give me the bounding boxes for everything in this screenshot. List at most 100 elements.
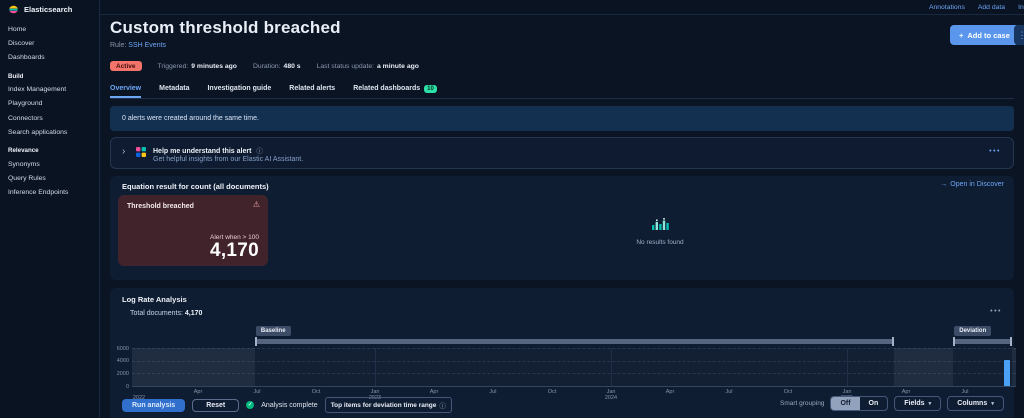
log-rate-menu-button[interactable]: ••• — [990, 308, 1002, 315]
topbar-link-annotations[interactable]: Annotations — [929, 4, 965, 11]
tab-label: Overview — [110, 85, 141, 92]
chevron-right-icon[interactable]: › — [122, 147, 125, 157]
toggle-on-button[interactable]: On — [860, 397, 888, 410]
brush-deviation[interactable] — [953, 339, 1011, 344]
topbar-link-inspect[interactable]: Inspect — [1018, 4, 1024, 11]
rule-link[interactable]: SSH Events — [128, 42, 166, 49]
total-documents-value: 4,170 — [185, 310, 203, 317]
brush-baseline[interactable] — [255, 339, 894, 344]
columns-dropdown-button[interactable]: Columns ▾ — [947, 396, 1004, 411]
run-analysis-button[interactable]: Run analysis — [122, 399, 185, 412]
sidebar-item-playground[interactable]: Playground — [0, 97, 99, 111]
x-axis-tick: Apr — [419, 389, 449, 395]
brush-handle[interactable] — [255, 337, 257, 346]
chart-vgridline — [847, 348, 848, 386]
x-axis-tick: Apr — [891, 389, 921, 395]
duration-label: Duration: — [253, 63, 281, 70]
more-actions-button[interactable]: ⋮ — [1014, 25, 1024, 45]
brush-handle[interactable] — [1010, 337, 1012, 346]
last-update-label: Last status update: — [317, 63, 374, 70]
alerts-context-banner: 0 alerts were created around the same ti… — [110, 106, 1014, 131]
info-icon[interactable]: ⓘ — [439, 400, 446, 410]
page-title: Custom threshold breached — [110, 18, 341, 38]
alert-status-row: Active Triggered: 9 minutes ago Duration… — [110, 59, 419, 73]
toggle-off-button[interactable]: Off — [831, 397, 859, 410]
deviation-range-label: Top items for deviation time range — [331, 402, 437, 409]
log-rate-heading: Log Rate Analysis — [122, 295, 187, 304]
fields-dropdown-button[interactable]: Fields ▾ — [894, 396, 941, 411]
total-documents-label: Total documents: — [130, 310, 183, 317]
duration-status: Duration: 480 s — [253, 63, 301, 70]
chart-unselected-veil — [1012, 348, 1016, 386]
threshold-value: 4,170 — [210, 240, 259, 262]
chart-gridline — [132, 348, 1016, 349]
fields-label: Fields — [904, 400, 924, 407]
reset-button[interactable]: Reset — [192, 399, 239, 412]
app-home-link[interactable]: Elasticsearch — [0, 0, 99, 20]
sidebar-item-home[interactable]: Home — [0, 22, 99, 36]
assistant-title: Help me understand this alert ⓘ — [153, 145, 263, 155]
triggered-status: Triggered: 9 minutes ago — [158, 63, 237, 70]
x-axis-tick: Oct — [301, 389, 331, 395]
ai-assistant-panel[interactable]: › Help me understand this alert ⓘ Get he… — [110, 137, 1014, 169]
x-axis-tick: Jul — [242, 389, 272, 395]
threshold-card-title: Threshold breached — [127, 203, 194, 210]
sidebar-section-build: Build — [0, 65, 99, 83]
x-axis-tick: Jul — [478, 389, 508, 395]
x-axis-tick: Oct — [537, 389, 567, 395]
x-axis-tick: Jan2024 — [596, 389, 626, 402]
total-documents: Total documents: 4,170 — [130, 310, 202, 317]
last-update-status: Last status update: a minute ago — [317, 63, 419, 70]
tab-metadata[interactable]: Metadata — [159, 79, 189, 98]
info-icon[interactable]: ⓘ — [256, 148, 263, 155]
tab-label: Metadata — [159, 85, 189, 92]
tabs: Overview Metadata Investigation guide Relat… — [110, 79, 1014, 99]
warning-icon: ⚠ — [253, 200, 260, 209]
alerts-context-message: 0 alerts were created around the same ti… — [122, 115, 259, 122]
threshold-breached-card: Threshold breached ⚠ Alert when > 100 4,… — [118, 195, 268, 266]
columns-label: Columns — [957, 400, 987, 407]
tab-badge-count: 10 — [424, 85, 437, 93]
smart-grouping-label: Smart grouping — [780, 400, 824, 407]
sidebar-item-inference-endpoints[interactable]: Inference Endpoints — [0, 186, 99, 200]
sidebar-item-index-management[interactable]: Index Management — [0, 83, 99, 97]
sidebar: Elasticsearch HomeDiscoverDashboardsBuil… — [0, 0, 100, 418]
add-to-case-button[interactable]: + Add to case — [950, 25, 1019, 45]
chart-gridline — [132, 361, 1016, 362]
sidebar-item-synonyms[interactable]: Synonyms — [0, 157, 99, 171]
sidebar-item-search-applications[interactable]: Search applications — [0, 125, 99, 139]
ai-assistant-icon — [136, 147, 146, 157]
arrow-right-icon: → — [940, 181, 947, 188]
tab-related-alerts[interactable]: Related alerts — [289, 79, 335, 98]
chart-vgridline — [611, 348, 612, 386]
x-axis-tick: Jul — [950, 389, 980, 395]
rule-line: Rule: SSH Events — [110, 42, 166, 49]
smart-grouping-toggle: Off On — [830, 396, 888, 411]
tab-related-dashboards[interactable]: Related dashboards10 — [353, 79, 437, 98]
sidebar-item-dashboards[interactable]: Dashboards — [0, 50, 99, 64]
sidebar-item-connectors[interactable]: Connectors — [0, 111, 99, 125]
elasticsearch-logo-icon — [8, 4, 19, 15]
tab-investigation-guide[interactable]: Investigation guide — [207, 79, 271, 98]
chevron-down-icon: ▾ — [991, 401, 994, 407]
chart-bar — [1004, 360, 1010, 386]
sidebar-item-query-rules[interactable]: Query Rules — [0, 172, 99, 186]
topbar-link-add-data[interactable]: Add data — [978, 4, 1005, 11]
duration-value: 480 s — [284, 63, 301, 70]
log-rate-controls-right: Smart grouping Off On Fields ▾ Columns ▾ — [780, 396, 1004, 411]
log-rate-analysis-panel: Log Rate Analysis Total documents: 4,170… — [110, 288, 1014, 418]
open-in-discover-label: Open in Discover — [950, 181, 1004, 188]
sidebar-item-discover[interactable]: Discover — [0, 36, 99, 50]
tab-overview[interactable]: Overview — [110, 79, 141, 98]
brush-handle[interactable] — [892, 337, 894, 346]
assistant-menu-button[interactable]: ••• — [989, 148, 1001, 155]
bar-chart-icon — [651, 218, 669, 231]
assistant-subtitle: Get helpful insights from our Elastic AI… — [153, 156, 303, 163]
analysis-status-text: Analysis complete — [261, 402, 317, 409]
open-in-discover-link[interactable]: → Open in Discover — [940, 181, 1004, 188]
selection-label-deviation: Deviation — [954, 326, 991, 336]
deviation-range-badge[interactable]: Top items for deviation time range ⓘ — [325, 397, 452, 413]
rule-label: Rule: — [110, 42, 126, 49]
brush-handle[interactable] — [953, 337, 955, 346]
topbar: Annotations Add data Inspect — [100, 0, 1024, 15]
